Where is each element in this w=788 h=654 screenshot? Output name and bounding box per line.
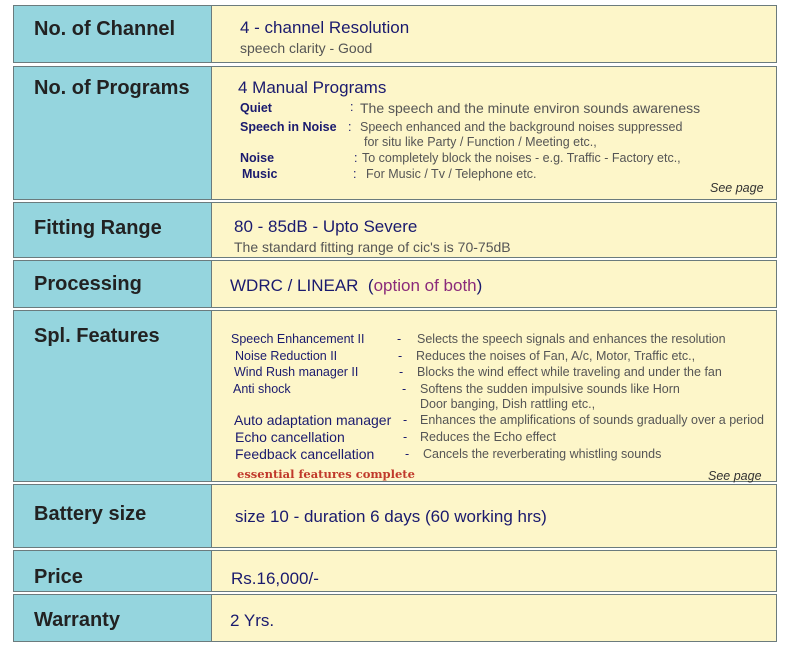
feature-desc: Softens the sudden impulsive sounds like… <box>420 382 680 396</box>
row-label: Processing <box>34 273 142 295</box>
row-value-cell: Speech Enhancement II - Selects the spee… <box>211 310 777 483</box>
feature-sep: - <box>403 413 408 427</box>
row-label: No. of Programs <box>34 77 190 99</box>
row-label-cell: No. of Channel <box>13 5 211 63</box>
row-value-cell: 80 - 85dB - Upto Severe The standard fit… <box>211 202 777 258</box>
row-value-cell: 2 Yrs. <box>211 594 777 642</box>
program-sep: : <box>350 100 354 114</box>
channel-main: 4 - channel Resolution <box>240 18 410 37</box>
row-label-cell: No. of Programs <box>13 66 211 200</box>
feature-sep: - <box>397 332 402 346</box>
feature-desc: Blocks the wind effect while traveling a… <box>417 365 722 379</box>
programs-main: 4 Manual Programs <box>238 78 387 97</box>
see-page-note: See page <box>708 469 762 483</box>
feature-sep: - <box>399 365 404 379</box>
feature-name: Speech Enhancement II <box>231 332 365 346</box>
price-main: Rs.16,000/- <box>231 569 319 588</box>
program-sep: : <box>353 167 357 181</box>
program-desc: The speech and the minute environ sounds… <box>360 100 701 116</box>
feature-name: Echo cancellation <box>235 429 345 445</box>
fitting-sub: The standard fitting range of cic's is 7… <box>234 239 511 255</box>
program-desc: For Music / Tv / Telephone etc. <box>366 167 537 181</box>
processing-paren-close: ) <box>476 276 483 295</box>
row-programs: No. of Programs 4 Manual Programs Quiet … <box>13 66 777 200</box>
see-page-note: See page <box>710 181 764 195</box>
battery-main: size 10 - duration 6 days (60 working hr… <box>235 507 547 526</box>
feature-desc: Cancels the reverberating whistling soun… <box>423 447 662 461</box>
processing-option: option of both <box>373 276 477 295</box>
feature-name: Wind Rush manager II <box>234 365 359 379</box>
channel-sub: speech clarity - Good <box>240 40 373 56</box>
row-label: Warranty <box>34 609 120 631</box>
row-price: Price Rs.16,000/- <box>13 550 777 592</box>
program-sep: : <box>348 120 352 134</box>
program-name: Music <box>242 167 278 181</box>
feature-sep: - <box>405 447 410 461</box>
row-value-cell: 4 Manual Programs Quiet : The speech and… <box>211 66 777 200</box>
program-desc: To completely block the noises - e.g. Tr… <box>362 151 681 165</box>
feature-sep: - <box>402 382 407 396</box>
row-label: No. of Channel <box>34 18 176 40</box>
row-battery-size: Battery size size 10 - duration 6 days (… <box>13 484 777 548</box>
program-name: Quiet <box>240 101 272 115</box>
row-fitting-range: Fitting Range 80 - 85dB - Upto Severe Th… <box>13 202 777 258</box>
feature-name: Feedback cancellation <box>235 446 375 462</box>
feature-desc: Reduces the Echo effect <box>420 430 556 444</box>
processing-text: WDRC / LINEAR (option of both) <box>230 276 482 296</box>
feature-name: Anti shock <box>233 382 291 396</box>
row-value-cell: Rs.16,000/- <box>211 550 777 592</box>
essential-features-note: essential features complete <box>237 467 415 481</box>
feature-desc: Selects the speech signals and enhances … <box>417 332 726 346</box>
row-label-cell: Price <box>13 550 211 592</box>
program-desc: Speech enhanced and the background noise… <box>360 120 683 134</box>
row-channel: No. of Channel 4 - channel Resolution sp… <box>13 5 777 63</box>
row-value-cell: size 10 - duration 6 days (60 working hr… <box>211 484 777 548</box>
feature-name: Auto adaptation manager <box>234 412 392 428</box>
row-special-features: Spl. Features Speech Enhancement II - Se… <box>13 310 777 483</box>
feature-sep: - <box>398 349 403 363</box>
warranty-main: 2 Yrs. <box>230 611 275 630</box>
program-desc-cont: for situ like Party / Function / Meeting… <box>364 135 597 149</box>
row-value-cell: 4 - channel Resolution speech clarity - … <box>211 5 777 63</box>
row-warranty: Warranty 2 Yrs. <box>13 594 777 642</box>
processing-main: WDRC / LINEAR <box>230 276 359 295</box>
program-name: Noise <box>240 151 275 165</box>
row-label-cell: Processing <box>13 260 211 308</box>
row-label-cell: Battery size <box>13 484 211 548</box>
feature-sep: - <box>403 430 408 444</box>
feature-desc-cont: Door banging, Dish rattling etc., <box>420 397 596 411</box>
row-label-cell: Warranty <box>13 594 211 642</box>
row-value-cell: WDRC / LINEAR (option of both) <box>211 260 777 308</box>
row-label: Spl. Features <box>34 325 160 347</box>
row-label: Fitting Range <box>34 217 162 239</box>
row-label: Price <box>34 566 83 588</box>
program-sep: : <box>354 151 358 165</box>
row-label-cell: Fitting Range <box>13 202 211 258</box>
feature-name: Noise Reduction II <box>235 349 338 363</box>
row-label-cell: Spl. Features <box>13 310 211 482</box>
row-label: Battery size <box>34 503 147 525</box>
feature-desc: Enhances the amplifications of sounds gr… <box>420 413 764 427</box>
row-processing: Processing WDRC / LINEAR (option of both… <box>13 260 777 308</box>
feature-desc: Reduces the noises of Fan, A/c, Motor, T… <box>416 349 696 363</box>
program-name: Speech in Noise <box>240 120 337 134</box>
fitting-main: 80 - 85dB - Upto Severe <box>234 217 418 236</box>
